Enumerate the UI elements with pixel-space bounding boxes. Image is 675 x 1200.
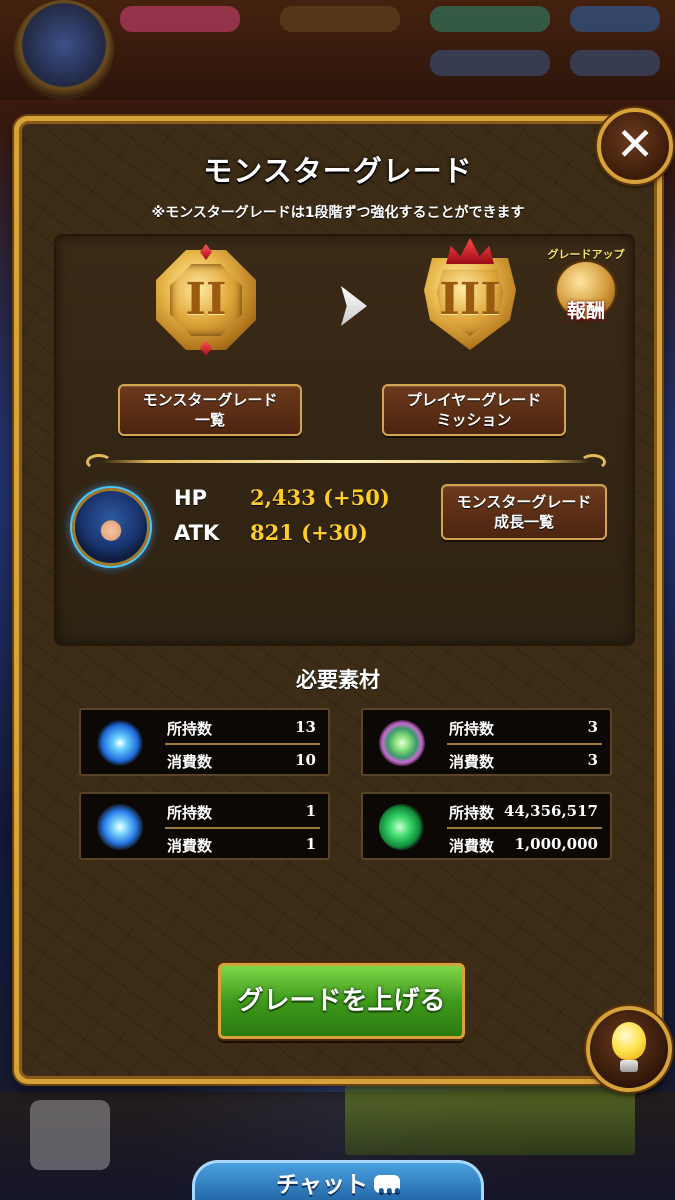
ornament-divider (86, 452, 606, 472)
cost-label: 消費数 (449, 753, 495, 771)
top-status-pill (120, 6, 240, 32)
owned-label: 所持数 (449, 720, 495, 738)
blue-orb-icon (97, 720, 143, 766)
chat-tab[interactable]: チャット (192, 1160, 484, 1200)
button-label-line2: 一覧 (194, 411, 225, 429)
hp-label: HP (174, 486, 207, 510)
atk-label: ATK (174, 521, 220, 545)
bottom-right-blurred-banner (345, 1085, 635, 1155)
bottom-left-blurred-element (30, 1100, 110, 1170)
dialog-title: モンスターグレード (203, 154, 473, 188)
button-label-line1: モンスターグレード (142, 391, 278, 409)
next-grade-numeral: III (439, 274, 501, 325)
monster-portrait (72, 488, 150, 566)
owned-count: 44,356,517 (504, 802, 598, 820)
material-slot: 所持数 44,356,517 消費数 1,000,000 (361, 792, 612, 860)
top-status-pill (430, 50, 550, 76)
top-status-pill (570, 50, 660, 76)
material-slot: 所持数 13 消費数 10 (79, 708, 330, 776)
button-label-line2: ミッション (436, 411, 512, 429)
cost-count: 3 (587, 751, 598, 769)
dialog-body: モンスターグレード ※モンスターグレードは1段階ずつ強化することができます II… (19, 121, 657, 1079)
cost-count: 10 (295, 751, 316, 769)
player-avatar (14, 0, 114, 100)
lightbulb-icon (612, 1022, 646, 1060)
cost-label: 消費数 (167, 837, 213, 855)
cost-label: 消費数 (449, 837, 495, 855)
button-label-line1: プレイヤーグレード (406, 391, 542, 409)
next-grade-emblem: III (414, 238, 526, 356)
owned-count: 3 (587, 718, 598, 736)
arrow-right-icon (341, 286, 367, 326)
top-status-pill (570, 6, 660, 32)
top-status-pill (280, 6, 400, 32)
owned-label: 所持数 (167, 804, 213, 822)
hint-button[interactable] (586, 1006, 672, 1092)
owned-count: 13 (295, 718, 316, 736)
grade-up-reward-button[interactable]: グレードアップ 報酬 (545, 246, 627, 332)
flower-crystal-icon (379, 720, 425, 766)
close-button[interactable]: ✕ (597, 108, 673, 184)
cost-count: 1 (305, 835, 316, 853)
monster-grade-growth-list-button[interactable]: モンスターグレード 成長一覧 (441, 484, 607, 540)
current-grade-numeral: II (185, 274, 227, 325)
hp-value: 2,433 (+50) (250, 485, 390, 510)
grade-up-button[interactable]: グレードを上げる (218, 963, 465, 1039)
dialog-subtitle: ※モンスターグレードは1段階ずつ強化することができます (151, 205, 525, 221)
button-label-line1: モンスターグレード (456, 493, 592, 511)
required-materials-title: 必要素材 (296, 668, 380, 692)
chat-tab-label: チャット (276, 1172, 368, 1198)
owned-count: 1 (305, 802, 316, 820)
close-icon: ✕ (615, 117, 655, 171)
material-slot: 所持数 3 消費数 3 (361, 708, 612, 776)
material-slot: 所持数 1 消費数 1 (79, 792, 330, 860)
grade-info-box: II III グレードアップ 報酬 モンスターグレード 一覧 プレイヤーグレード (54, 234, 635, 646)
reward-text: 報酬 (566, 300, 605, 322)
atk-value: 821 (+30) (250, 520, 368, 545)
green-potion-icon (379, 804, 425, 850)
owned-label: 所持数 (449, 804, 495, 822)
crown-icon (446, 238, 494, 264)
owned-label: 所持数 (167, 720, 213, 738)
blue-spark-icon (97, 804, 143, 850)
cost-label: 消費数 (167, 753, 213, 771)
current-grade-emblem: II (150, 244, 262, 356)
reward-label: グレードアップ (547, 248, 625, 261)
top-status-pill (430, 6, 550, 32)
monster-grade-dialog: モンスターグレード ※モンスターグレードは1段階ずつ強化することができます II… (14, 116, 662, 1084)
monster-grade-list-button[interactable]: モンスターグレード 一覧 (118, 384, 302, 436)
cost-count: 1,000,000 (514, 835, 598, 853)
button-label-line2: 成長一覧 (493, 513, 554, 531)
chat-bubble-icon (373, 1170, 401, 1200)
player-grade-mission-button[interactable]: プレイヤーグレード ミッション (382, 384, 566, 436)
